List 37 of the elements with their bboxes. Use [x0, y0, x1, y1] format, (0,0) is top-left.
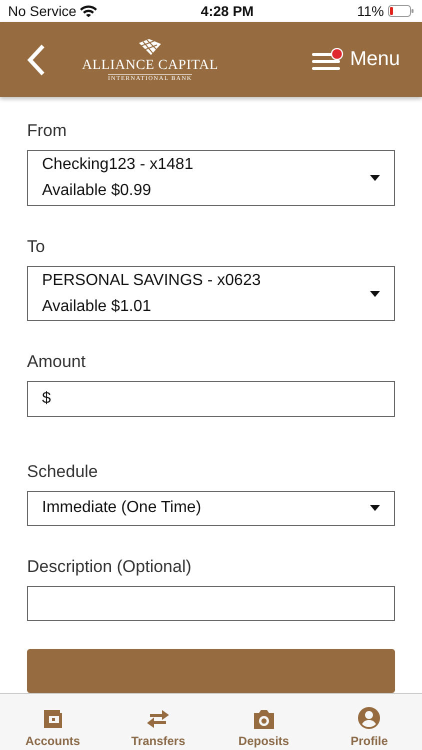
dropdown-field[interactable]: Checking123 - x1481 Available $0.99 — [27, 150, 395, 206]
tab-item[interactable]: Deposits — [211, 694, 316, 750]
swap-arrows-icon — [145, 708, 172, 730]
camera-icon — [252, 708, 276, 730]
menu-button[interactable]: Menu — [312, 48, 400, 72]
profile-icon — [357, 706, 382, 730]
carrier-text: No Service — [8, 3, 76, 19]
tab-item[interactable]: Accounts — [0, 694, 106, 750]
field-label: Schedule — [27, 462, 99, 482]
logo-title: ALLIANCE CAPITAL — [82, 58, 218, 74]
field-label: From — [27, 121, 68, 141]
tab-item[interactable]: Transfers — [106, 694, 211, 750]
dropdown-field[interactable]: PERSONAL SAVINGS - x0623 Available $1.01 — [27, 266, 395, 322]
description-field[interactable] — [27, 586, 395, 621]
amount-field[interactable]: $ — [27, 381, 395, 417]
back-chevron-icon — [26, 44, 46, 76]
selected-value: Immediate (One Time) — [42, 499, 202, 518]
currency-prefix: $ — [42, 390, 51, 408]
available-balance: Available $0.99 — [42, 182, 152, 200]
field-label: Amount — [27, 352, 87, 372]
dropdown-caret-icon — [370, 505, 380, 512]
wifi-icon — [80, 5, 98, 17]
tab-item[interactable]: Profile — [316, 694, 422, 750]
wallet-icon — [42, 708, 64, 730]
dropdown-caret-icon — [370, 290, 380, 297]
dropdown-caret-icon — [370, 174, 380, 181]
selected-value: PERSONAL SAVINGS - x0623 — [42, 272, 262, 290]
selected-value: Checking123 - x1481 — [42, 156, 194, 174]
dropdown-field[interactable]: Immediate (One Time) — [27, 490, 395, 526]
clock-time: 4:28 PM — [200, 3, 254, 19]
logo-mark-icon — [137, 38, 164, 56]
available-balance: Available $1.01 — [42, 298, 152, 316]
field-label: To — [27, 236, 46, 257]
back-button[interactable] — [26, 44, 46, 76]
battery-icon — [388, 5, 414, 17]
battery-percent: 11% — [357, 3, 384, 19]
field-label: Description (Optional) — [27, 556, 192, 577]
